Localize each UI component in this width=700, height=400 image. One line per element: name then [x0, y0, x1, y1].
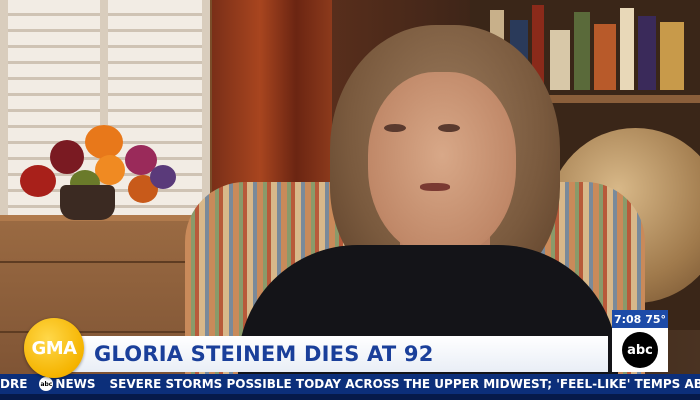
abc-news-logo-text: abc — [40, 380, 53, 388]
abc-logo-wrapper: abc — [612, 328, 668, 372]
ticker-bottom-edge — [0, 394, 700, 400]
ticker-lead-fragment: DRE — [0, 377, 28, 391]
book — [550, 30, 570, 90]
shutter-frame-left — [0, 0, 8, 215]
ticker-text: SEVERE STORMS POSSIBLE TODAY ACROSS THE … — [109, 377, 700, 391]
flower — [150, 165, 176, 189]
abc-news-brand: abc NEWS — [39, 377, 96, 391]
gma-logo-text: GMA — [31, 337, 77, 359]
abc-logo-icon: abc — [622, 332, 658, 368]
clock-temperature: 7:08 75° — [612, 310, 668, 328]
book — [620, 8, 634, 90]
book — [574, 12, 590, 90]
network-bug: 7:08 75° abc — [612, 310, 668, 372]
cabinet — [0, 215, 200, 400]
video-frame: GLORIA STEINEM DIES AT 92 GMA 7:08 75° a… — [0, 0, 700, 400]
temperature: 75° — [645, 312, 667, 326]
person-eye-right — [438, 124, 460, 132]
cabinet-line — [0, 261, 200, 263]
gma-logo-icon: GMA — [24, 318, 84, 378]
headline-bar: GLORIA STEINEM DIES AT 92 — [70, 336, 608, 372]
person-eye-left — [384, 124, 406, 132]
flower — [50, 140, 84, 174]
abc-news-icon: abc — [39, 377, 54, 391]
shutter-frame-right — [202, 0, 210, 215]
abc-logo-text: abc — [627, 342, 653, 358]
book — [594, 24, 616, 90]
vase — [60, 185, 115, 220]
flower — [85, 125, 123, 159]
person-mouth — [420, 183, 450, 191]
book — [638, 16, 656, 90]
clock-time: 7:08 — [613, 312, 642, 326]
flower — [20, 165, 56, 197]
news-ticker: DRE abc NEWS SEVERE STORMS POSSIBLE TODA… — [0, 374, 700, 394]
book — [660, 22, 684, 90]
headline-text: GLORIA STEINEM DIES AT 92 — [94, 342, 434, 366]
abc-news-word: NEWS — [55, 377, 96, 391]
person-face — [368, 72, 516, 257]
